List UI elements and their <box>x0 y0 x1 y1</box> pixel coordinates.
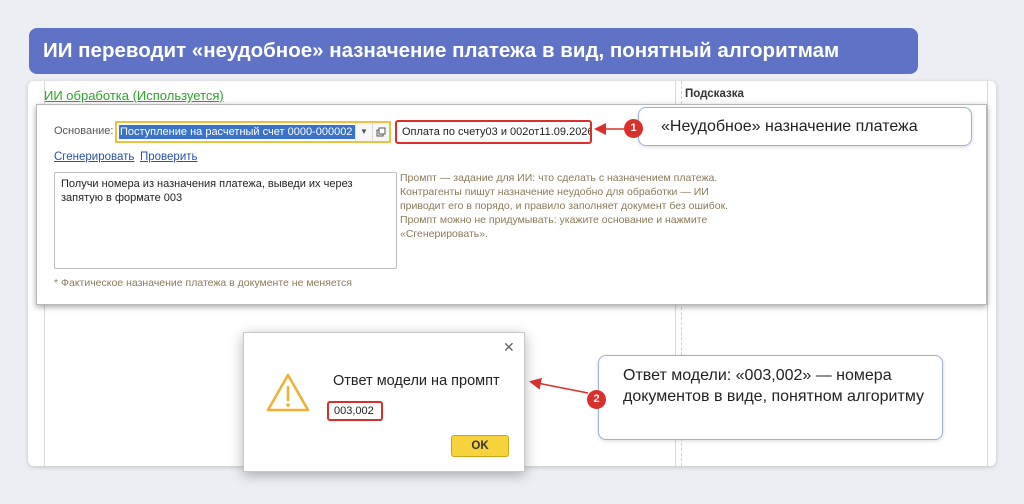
callout-inconvenient-purpose: «Неудобное» назначение платежа <box>638 107 972 146</box>
dialog-title: Ответ модели на промпт <box>333 373 500 389</box>
basis-select[interactable]: Поступление на расчетный счет 0000-00000… <box>115 121 391 143</box>
footnote: * Фактическое назначение платежа в докум… <box>54 277 352 289</box>
chevron-down-icon[interactable]: ▼ <box>355 123 372 141</box>
model-answer-dialog: ✕ Ответ модели на промпт 003,002 OK <box>243 332 525 472</box>
model-answer-value: 003,002 <box>327 401 383 421</box>
generate-link[interactable]: Сгенерировать <box>54 151 134 163</box>
marker-1-badge: 1 <box>624 119 643 138</box>
right-border-line <box>987 81 988 466</box>
open-form-icon[interactable] <box>372 123 389 141</box>
window-title-link[interactable]: ИИ обработка (Используется) <box>44 88 224 103</box>
warning-icon <box>266 373 310 412</box>
basis-value: Поступление на расчетный счет 0000-00000… <box>119 125 355 139</box>
hint-panel-title: Подсказка <box>685 88 744 100</box>
prompt-textarea[interactable]: Получи номера из назначения платежа, выв… <box>54 172 397 269</box>
marker-2-badge: 2 <box>587 390 606 409</box>
prompt-hint-text: Промпт — задание для ИИ: что сделать с н… <box>400 172 729 240</box>
basis-label: Основание: <box>54 125 114 137</box>
ok-button[interactable]: OK <box>451 435 509 457</box>
check-link[interactable]: Проверить <box>140 151 198 163</box>
payment-purpose-field: Оплата по счету03 и 002от11.09.2026 <box>395 120 592 144</box>
header-banner: ИИ переводит «неудобное» назначение плат… <box>29 28 918 74</box>
callout-model-answer: Ответ модели: «003,002» — номера докумен… <box>598 355 943 440</box>
close-icon[interactable]: ✕ <box>503 339 515 356</box>
